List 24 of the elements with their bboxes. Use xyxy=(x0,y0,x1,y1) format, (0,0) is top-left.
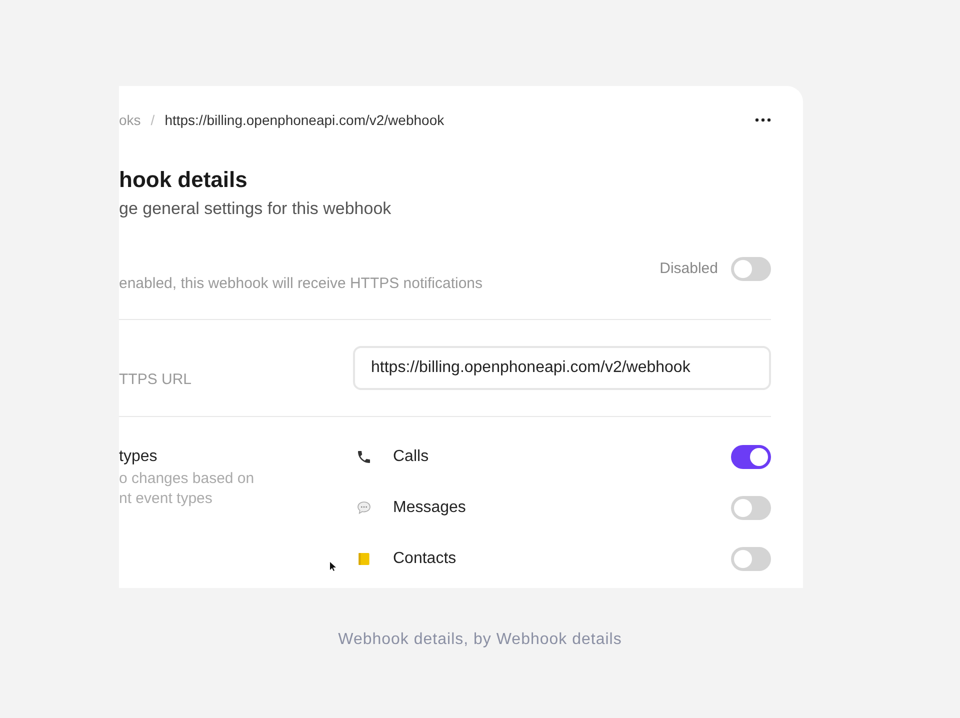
caption: Webhook details, by Webhook details xyxy=(338,630,622,650)
notebook-icon xyxy=(356,550,372,566)
status-label: Disabled xyxy=(660,258,718,279)
breadcrumb-current: https://billing.openphoneapi.com/v2/webhook xyxy=(164,110,446,130)
url-input-field[interactable]: https://billing.openphoneapi.com/v2/webhook xyxy=(353,346,771,390)
event-type-label: Messages xyxy=(393,498,467,518)
section-description: nt event types xyxy=(119,489,214,509)
event-type-label: Calls xyxy=(393,446,430,466)
section-description: o changes based on xyxy=(119,469,256,489)
field-label: TTPS URL xyxy=(119,370,193,390)
phone-icon xyxy=(356,448,372,464)
more-icon[interactable] xyxy=(755,118,771,122)
toggle-switch[interactable] xyxy=(731,257,771,281)
speech-bubble-icon xyxy=(356,500,372,516)
mouse-cursor-icon xyxy=(330,562,336,571)
event-type-label: Contacts xyxy=(393,548,458,568)
page-title: hook details xyxy=(119,166,248,194)
section-title: types xyxy=(119,447,158,467)
status-description: enabled, this webhook will receive HTTPS notifications xyxy=(119,274,484,294)
toggle-switch[interactable] xyxy=(731,546,771,570)
toggle-switch[interactable] xyxy=(731,496,771,520)
toggle-switch[interactable] xyxy=(731,444,771,468)
breadcrumb-separator: / xyxy=(150,110,155,130)
page-subtitle: ge general settings for this webhook xyxy=(119,198,392,220)
